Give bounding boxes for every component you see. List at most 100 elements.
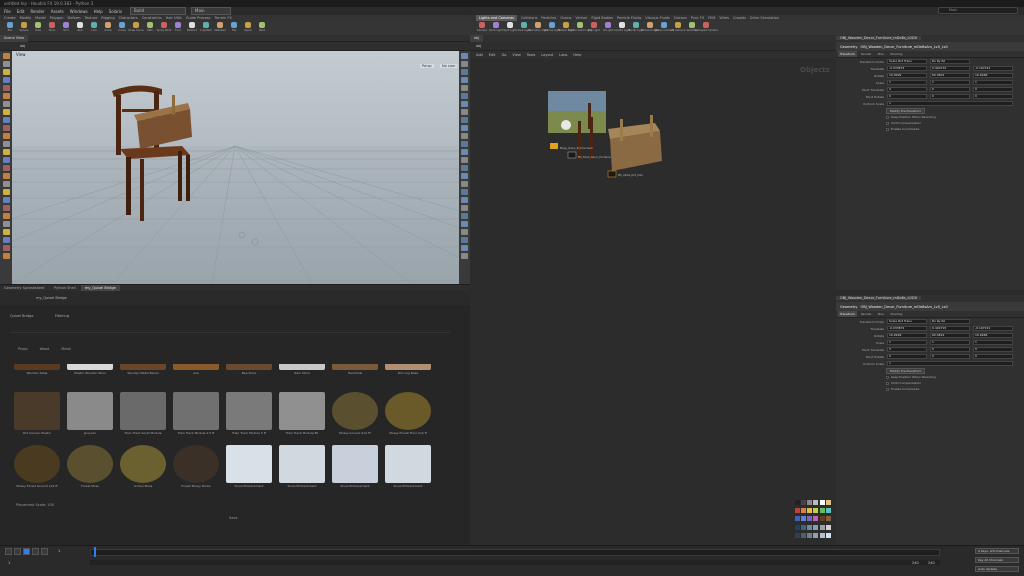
node-alpha-dirt[interactable] (607, 170, 617, 178)
display-option-icon[interactable] (461, 61, 468, 67)
checkbox[interactable] (886, 127, 889, 131)
display-option-icon[interactable] (461, 69, 468, 75)
shelf-right-tool-11[interactable]: Portal Light (629, 21, 643, 34)
frame-end-global[interactable]: 240 (928, 561, 935, 565)
palette-swatch[interactable] (825, 508, 831, 514)
palette-swatch[interactable] (807, 532, 813, 538)
display-option-icon[interactable] (461, 117, 468, 123)
display-option-icon[interactable] (461, 221, 468, 227)
checkbox[interactable] (886, 387, 889, 391)
param-folder-1[interactable]: Render (859, 311, 874, 317)
param-field[interactable]: 1 (887, 80, 927, 85)
checkbox[interactable] (886, 121, 889, 125)
param-field[interactable]: -0.197221 (973, 326, 1013, 331)
param-folder-0[interactable]: Transform (838, 311, 857, 317)
viewport-tool-icon[interactable] (2, 141, 10, 147)
3d-viewport[interactable] (12, 51, 459, 284)
shelf-right-tool-8[interactable]: Sky Light (588, 21, 600, 34)
shelf-right-tool-9[interactable]: GI Light (602, 21, 614, 34)
shelf-right-tool-1[interactable]: Point Light (489, 21, 503, 34)
param-field[interactable]: 16.6966 (973, 73, 1013, 78)
display-option-icon[interactable] (461, 237, 468, 243)
network-editor[interactable]: Mega_Scans_Environment MS_Fixed_Decor_Fu… (470, 59, 836, 545)
shelf-tool-12[interactable]: Font (172, 21, 184, 34)
param-field[interactable]: Rx Ry Rz (930, 319, 970, 324)
frame-current[interactable]: 1 (58, 549, 60, 553)
param-field[interactable]: 0 (930, 94, 970, 99)
node-furniture[interactable] (567, 151, 577, 159)
display-option-icon[interactable] (461, 205, 468, 211)
crate-thumbnail[interactable] (578, 115, 662, 171)
asset-thumbnail[interactable]: Mossy Ground 2x2 Ft (330, 392, 380, 438)
viewport-tool-icon[interactable] (2, 221, 10, 227)
asset-thumbnail[interactable]: Train Track Module 2.5 ft (171, 392, 221, 438)
viewport-tool-icon[interactable] (2, 253, 10, 259)
modify-pre-transform-button[interactable]: Modify Pre-Transform (886, 367, 926, 374)
shelf-tool-16[interactable]: File (228, 21, 240, 34)
node-color-palette[interactable] (795, 500, 831, 540)
param-field[interactable]: 0 (930, 87, 970, 92)
viewport-tool-icon[interactable] (2, 213, 10, 219)
param-field[interactable]: 0 (930, 354, 970, 359)
network-menu-labs[interactable]: Labs (559, 51, 567, 59)
param-field[interactable]: -0.197221 (973, 66, 1013, 71)
viewport-tool-icon[interactable] (2, 61, 10, 67)
keys-channels-dropdown[interactable]: 0 Keys, 0/0 Channels (975, 548, 1019, 554)
palette-swatch[interactable] (813, 532, 819, 538)
palette-swatch[interactable] (795, 516, 800, 522)
shelf-right-tool-5[interactable]: Volume Light (544, 21, 560, 34)
param-field[interactable]: 0 (887, 87, 927, 92)
shelf-tool-15[interactable]: Metaball (214, 21, 226, 34)
timeline-range-bar[interactable] (90, 560, 940, 565)
shelf-tool-0[interactable]: Box (4, 21, 16, 34)
shelf-tool-5[interactable]: Null (74, 21, 86, 34)
auto-update-dropdown[interactable]: Auto Update (975, 566, 1019, 572)
network-menu-edit[interactable]: Edit (489, 51, 496, 59)
palette-swatch[interactable] (807, 500, 813, 505)
param-field[interactable]: 60.4822 (930, 333, 970, 338)
param-field[interactable]: 0 (887, 354, 927, 359)
palette-swatch[interactable] (819, 508, 825, 514)
param-tab-label[interactable]: OBJ_Wooden_Decor_Furniture_mDe8s_LOD0 (836, 296, 921, 300)
viewport-tool-icon[interactable] (2, 85, 10, 91)
viewport-tool-icon[interactable] (2, 109, 10, 115)
param-field[interactable]: 1 (887, 361, 1013, 366)
viewport-tool-icon[interactable] (2, 205, 10, 211)
param-checkbox-row[interactable]: Enable Constraints (836, 386, 1024, 392)
search-input[interactable]: Main (938, 7, 1018, 14)
menu-help[interactable]: Help (94, 9, 103, 14)
viewport-tool-icon[interactable] (2, 181, 10, 187)
param-folder-3[interactable]: Shading (888, 51, 904, 57)
menu-edit[interactable]: Edit (17, 9, 25, 14)
param-field[interactable]: 0 (930, 347, 970, 352)
timeline-cursor[interactable] (94, 547, 96, 557)
asset-thumbnail[interactable]: Wooden Table (12, 350, 62, 396)
palette-swatch[interactable] (819, 532, 825, 538)
display-option-icon[interactable] (461, 77, 468, 83)
shelf-tool-6[interactable]: Line (88, 21, 100, 34)
checkbox[interactable] (886, 375, 889, 379)
menu-windows[interactable]: Windows (70, 9, 88, 14)
network-menu-go[interactable]: Go (502, 51, 507, 59)
palette-swatch[interactable] (801, 524, 807, 530)
param-field[interactable]: 1 (930, 340, 970, 345)
shelf-right-tool-7[interactable]: Environment Light (568, 21, 592, 34)
display-option-icon[interactable] (461, 125, 468, 131)
shelf-right-tool-14[interactable]: VR Camera (671, 21, 685, 34)
palette-swatch[interactable] (825, 524, 831, 530)
display-option-icon[interactable] (461, 165, 468, 171)
shelf-tool-10[interactable]: Path (144, 21, 156, 34)
palette-swatch[interactable] (825, 500, 831, 505)
param-tab-label[interactable]: OBJ_Wooden_Decor_Furniture_mDe8s_LOD0 (836, 36, 921, 40)
shelf-tool-18[interactable]: Helix (256, 21, 268, 34)
persp-menu[interactable]: Persp (420, 64, 434, 68)
palette-swatch[interactable] (795, 532, 800, 538)
palette-swatch[interactable] (819, 524, 825, 530)
param-field[interactable]: 60.4822 (930, 73, 970, 78)
node-name[interactable]: OBJ_Wooden_Decor_Furniture_mDe8sAm_Lv0_L… (860, 45, 947, 49)
shelf-tool-17[interactable]: Spiral (242, 21, 254, 34)
network-menu-tools[interactable]: Tools (527, 51, 536, 59)
shelf-right-tool-2[interactable]: Spot Light (503, 21, 517, 34)
viewport-tool-icon[interactable] (2, 149, 10, 155)
viewport-tool-icon[interactable] (2, 197, 10, 203)
